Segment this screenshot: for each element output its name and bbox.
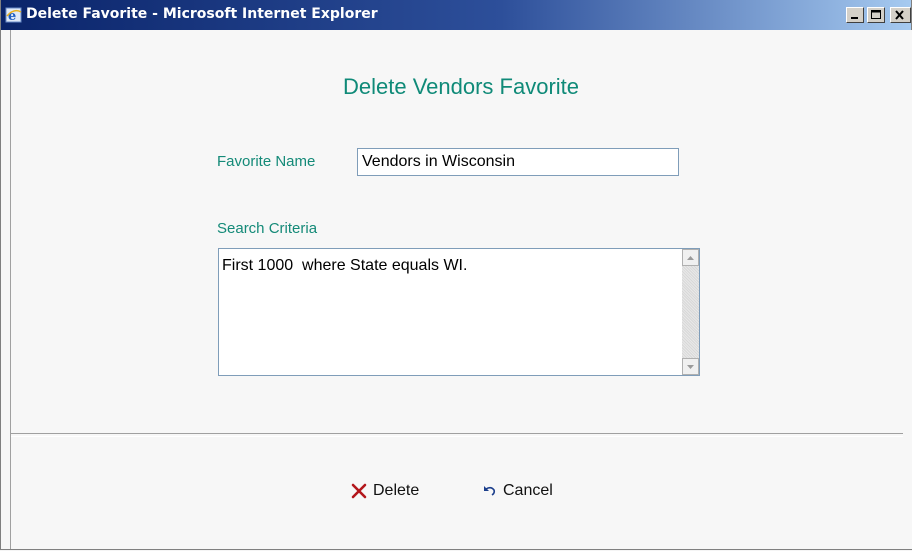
window-title: Delete Favorite - Microsoft Internet Exp…	[26, 6, 378, 22]
close-button[interactable]	[890, 7, 911, 23]
criteria-scrollbar[interactable]	[682, 249, 699, 375]
delete-button[interactable]: Delete	[351, 480, 419, 502]
scroll-up-icon	[687, 256, 694, 260]
scroll-down-button[interactable]	[682, 358, 699, 375]
minimize-button[interactable]	[846, 7, 864, 23]
page-title: Delete Vendors Favorite	[342, 74, 580, 99]
browser-window: e Delete Favorite - Microsoft Internet E…	[0, 0, 912, 550]
favorite-name-label: Favorite Name	[217, 153, 316, 170]
cancel-label: Cancel	[503, 482, 553, 499]
divider	[11, 433, 903, 437]
cancel-button[interactable]: Cancel	[483, 480, 553, 502]
favorite-name-input[interactable]	[357, 148, 679, 176]
scroll-down-icon	[687, 365, 694, 369]
search-criteria-text: First 1000 where State equals WI.	[222, 257, 468, 274]
ie-icon: e	[5, 6, 23, 24]
scroll-up-button[interactable]	[682, 249, 699, 266]
undo-arrow-icon	[483, 485, 497, 497]
search-criteria-textarea[interactable]: First 1000 where State equals WI.	[218, 248, 700, 376]
maximize-button[interactable]	[867, 7, 885, 23]
search-criteria-label: Search Criteria	[217, 220, 318, 237]
x-icon	[351, 483, 367, 499]
minimize-icon	[851, 17, 858, 19]
close-icon	[895, 10, 904, 20]
delete-label: Delete	[373, 482, 420, 499]
maximize-icon	[871, 10, 881, 19]
dialog-content: Delete Vendors Favorite Favorite Name Se…	[10, 30, 912, 549]
title-bar[interactable]: e Delete Favorite - Microsoft Internet E…	[1, 0, 911, 30]
